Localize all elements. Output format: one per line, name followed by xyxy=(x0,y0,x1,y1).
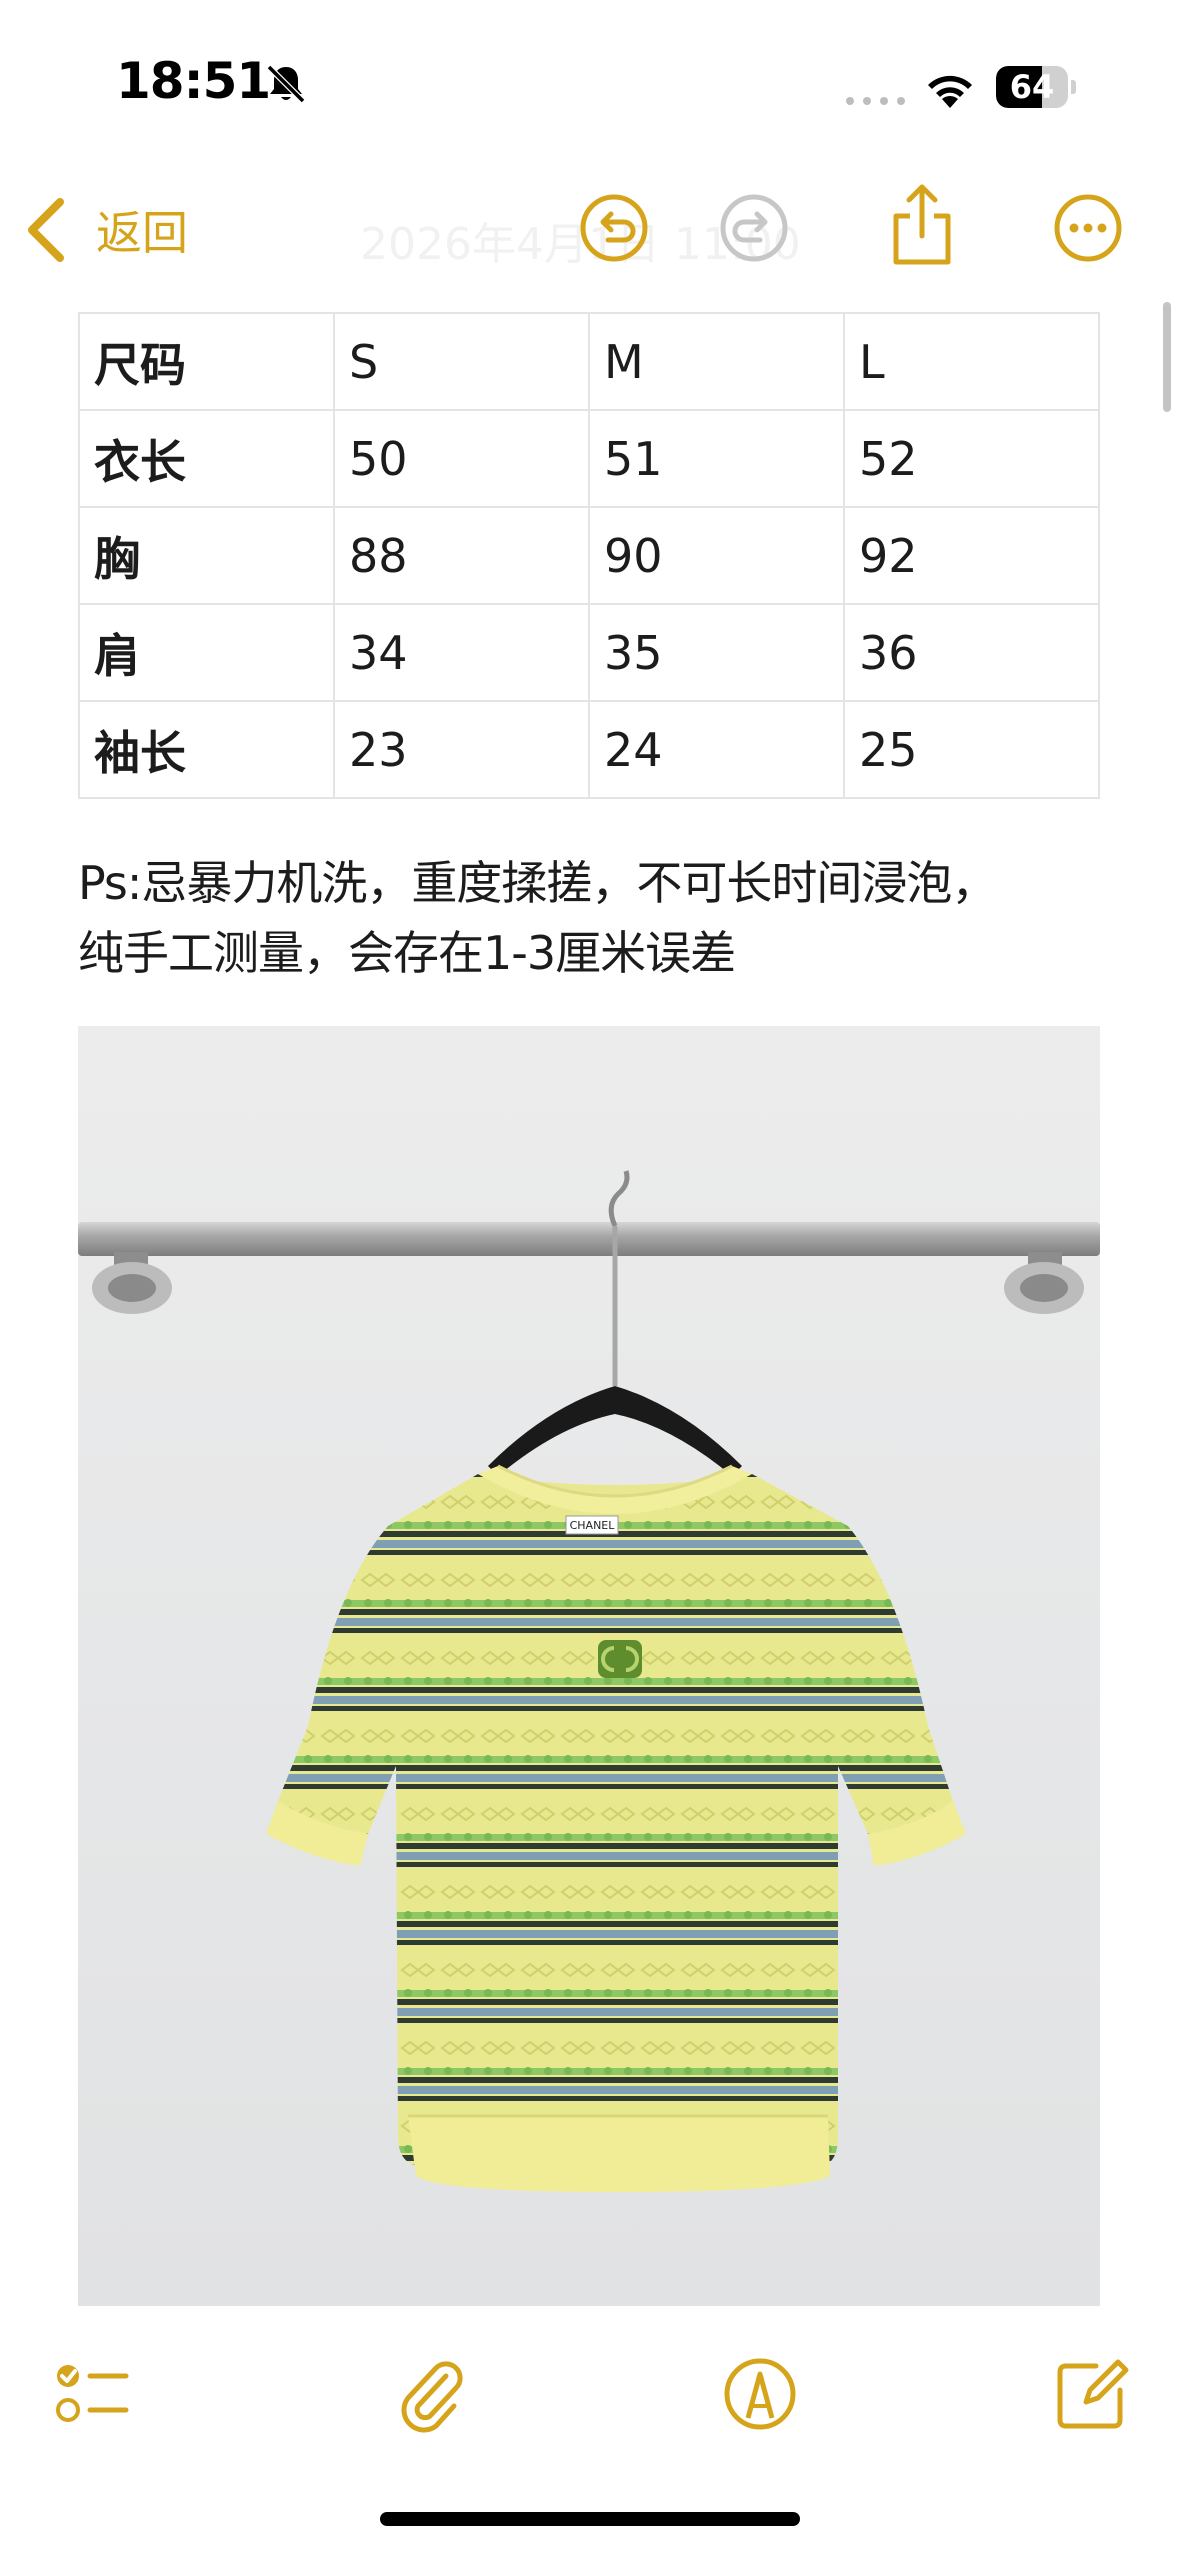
table-cell: 35 xyxy=(588,603,845,702)
garment-label-text: CHANEL xyxy=(570,1519,616,1532)
table-cell: 52 xyxy=(843,409,1100,508)
table-row: 肩 34 35 36 xyxy=(78,603,1100,702)
status-bar: 18:51 64 xyxy=(0,0,1179,150)
more-button[interactable] xyxy=(1052,192,1124,264)
chevron-left-icon xyxy=(28,198,64,262)
attach-button[interactable] xyxy=(390,2354,470,2434)
table-cell: 胸 xyxy=(78,506,335,605)
status-time: 18:51 xyxy=(116,52,271,110)
battery-cap xyxy=(1071,80,1076,94)
table-cell: 34 xyxy=(333,603,590,702)
home-indicator[interactable] xyxy=(380,2512,800,2526)
table-row: 胸 88 90 92 xyxy=(78,506,1100,605)
checklist-button[interactable] xyxy=(52,2354,132,2434)
share-button[interactable] xyxy=(886,182,958,268)
table-cell: 92 xyxy=(843,506,1100,605)
table-cell: 25 xyxy=(843,700,1100,799)
table-cell: 88 xyxy=(333,506,590,605)
table-row: 衣长 50 51 52 xyxy=(78,409,1100,508)
wifi-icon xyxy=(928,75,972,108)
product-photo[interactable]: CHANEL xyxy=(78,1026,1100,2306)
redo-button[interactable] xyxy=(718,192,790,264)
battery-indicator: 64 xyxy=(996,66,1076,108)
table-cell: S xyxy=(333,312,590,411)
table-cell: 肩 xyxy=(78,603,335,702)
table-cell: 衣长 xyxy=(78,409,335,508)
back-label: 返回 xyxy=(96,206,188,260)
nav-bar: 返回 2026年4月1日 11:00 xyxy=(0,160,1179,300)
compose-button[interactable] xyxy=(1052,2354,1132,2434)
table-cell: 50 xyxy=(333,409,590,508)
bottom-toolbar xyxy=(0,2330,1179,2450)
notes-screen: 18:51 64 返回 2026年4月1日 11:00 尺码 S M L 衣长 … xyxy=(0,0,1179,2556)
table-cell: 袖长 xyxy=(78,700,335,799)
table-cell: 24 xyxy=(588,700,845,799)
back-button[interactable]: 返回 xyxy=(24,180,188,280)
note-text[interactable]: Ps:忌暴力机洗，重度揉搓，不可长时间浸泡， 纯手工测量，会存在1-3厘米误差 xyxy=(78,848,1138,988)
scroll-indicator[interactable] xyxy=(1163,302,1171,412)
table-cell: 36 xyxy=(843,603,1100,702)
size-table: 尺码 S M L 衣长 50 51 52 胸 88 90 92 肩 34 35 xyxy=(78,312,1100,799)
markup-button[interactable] xyxy=(720,2354,800,2434)
cellular-signal-icon xyxy=(846,97,905,105)
table-cell: 23 xyxy=(333,700,590,799)
table-row: 袖长 23 24 25 xyxy=(78,700,1100,799)
bell-off-icon xyxy=(266,64,306,104)
table-cell: 51 xyxy=(588,409,845,508)
battery-body: 64 xyxy=(996,66,1068,108)
table-cell: L xyxy=(843,312,1100,411)
battery-level: 64 xyxy=(1009,68,1055,106)
table-cell: 90 xyxy=(588,506,845,605)
table-row: 尺码 S M L xyxy=(78,312,1100,411)
undo-button[interactable] xyxy=(578,192,650,264)
table-cell: M xyxy=(588,312,845,411)
table-cell: 尺码 xyxy=(78,312,335,411)
